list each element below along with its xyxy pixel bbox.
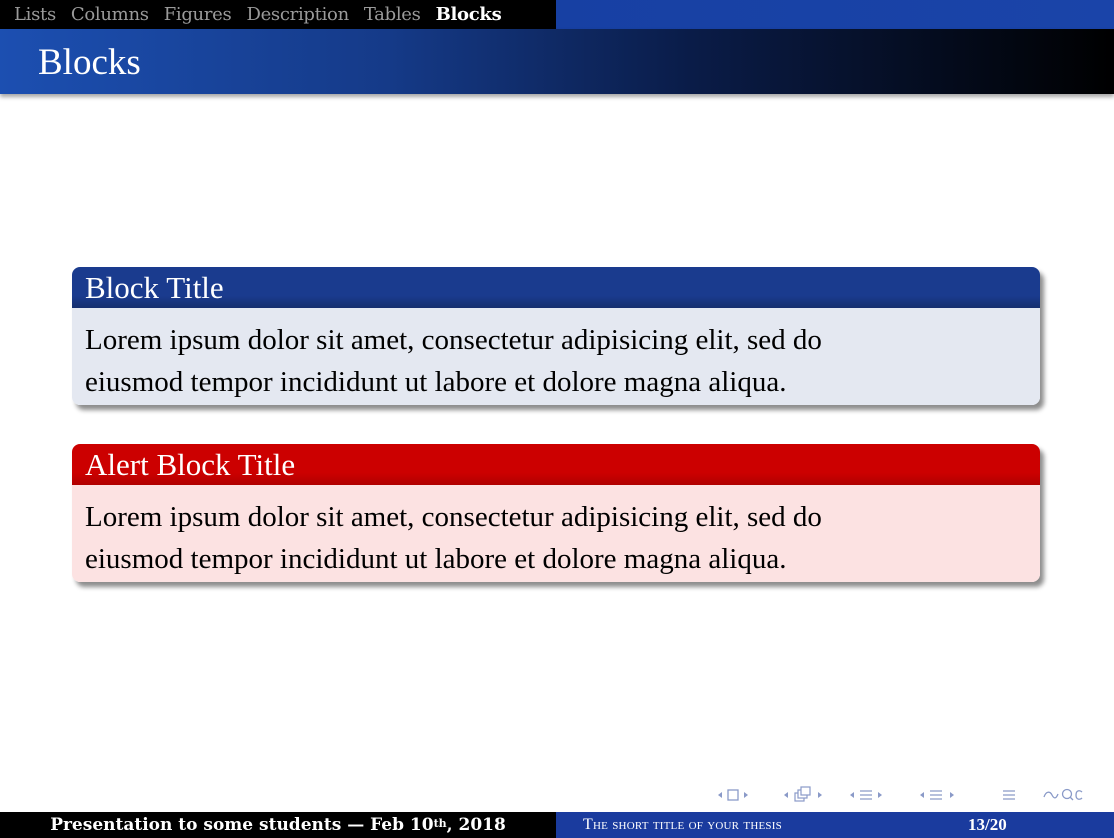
presentation-year: , 2018 — [446, 815, 506, 835]
frame-title: Blocks — [38, 42, 141, 83]
nav-section-description[interactable]: Description — [246, 4, 349, 25]
block-body-line: Lorem ipsum dolor sit amet, consectetur … — [85, 324, 822, 356]
nav-section-lists[interactable]: Lists — [14, 4, 56, 25]
short-title: The short title of your thesis — [583, 816, 782, 833]
standard-block: Block Title Lorem ipsum dolor sit amet, … — [72, 267, 1040, 405]
alert-block: Alert Block Title Lorem ipsum dolor sit … — [72, 444, 1040, 582]
nav-section-columns[interactable]: Columns — [71, 4, 149, 25]
section-navigation-list: Lists Columns Figures Description Tables… — [0, 0, 556, 29]
block-body-line: eiusmod tempor incididunt ut labore et d… — [85, 366, 787, 398]
block-body: Lorem ipsum dolor sit amet, consectetur … — [72, 308, 1040, 405]
search-icon[interactable] — [1042, 786, 1084, 804]
alert-block-body-line: eiusmod tempor incididunt ut labore et d… — [85, 543, 787, 575]
alert-block-body: Lorem ipsum dolor sit amet, consectetur … — [72, 485, 1040, 582]
alert-block-body-line: Lorem ipsum dolor sit amet, consectetur … — [85, 501, 822, 533]
frame-nav-icon[interactable] — [782, 786, 834, 804]
footline-title-area: The short title of your thesis 13/20 — [556, 812, 1114, 838]
subsection-nav-icon[interactable] — [848, 786, 904, 804]
section-nav-icon[interactable] — [918, 786, 970, 804]
nav-section-blocks[interactable]: Blocks — [436, 4, 502, 25]
presentation-date-text: Presentation to some students — Feb 10 — [50, 815, 434, 835]
section-navigation: Lists Columns Figures Description Tables… — [0, 0, 1114, 29]
alert-block-title: Alert Block Title — [72, 444, 1040, 485]
page-number: 13/20 — [968, 815, 1007, 834]
nav-section-tables[interactable]: Tables — [364, 4, 421, 25]
slide-nav-icon[interactable] — [716, 786, 756, 804]
date-superscript: th — [433, 816, 447, 830]
footline-presentation: Presentation to some students — Feb 10th… — [0, 812, 556, 838]
nav-section-figures[interactable]: Figures — [164, 4, 232, 25]
navigation-bar-fill — [556, 0, 1114, 29]
footline: Presentation to some students — Feb 10th… — [0, 812, 1114, 838]
align-icon[interactable] — [1000, 786, 1018, 804]
block-title: Block Title — [72, 267, 1040, 308]
frame-title-bar: Blocks — [0, 29, 1114, 94]
